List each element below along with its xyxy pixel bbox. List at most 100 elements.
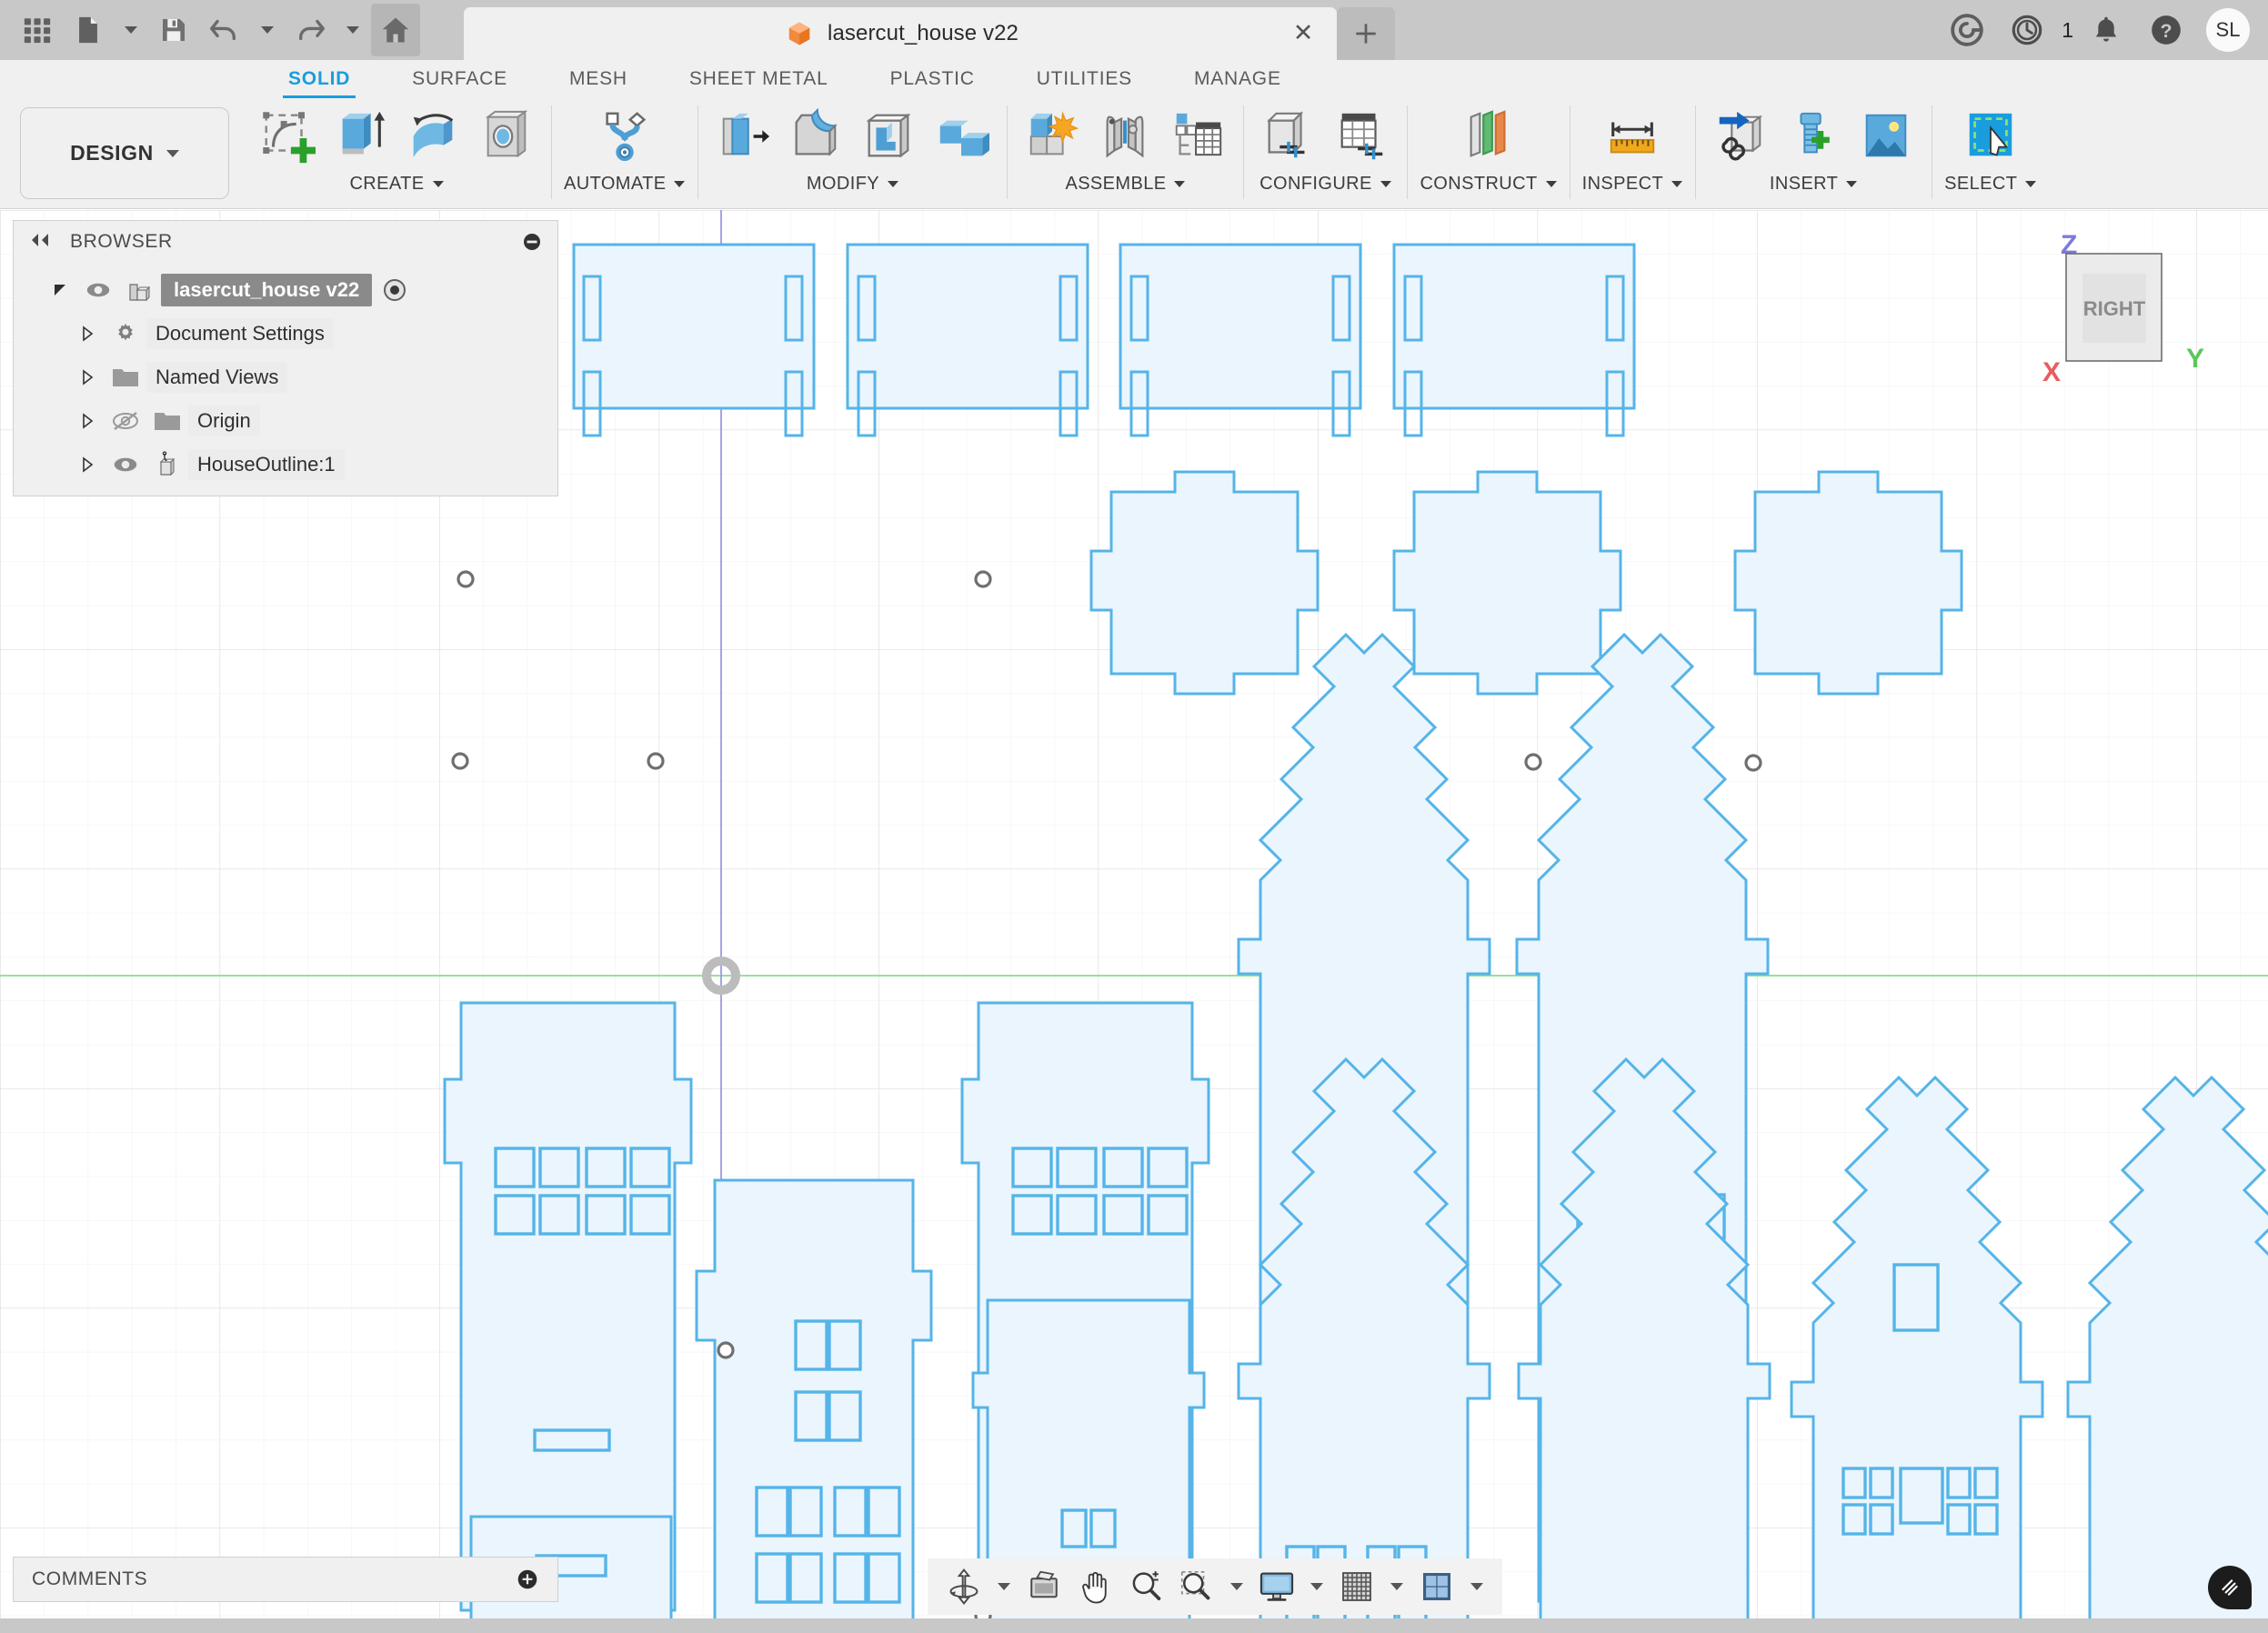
offset-plane-icon[interactable] (1456, 104, 1521, 169)
tree-item-root[interactable]: lasercut_house v22 (14, 268, 557, 312)
tab-mesh[interactable]: MESH (538, 60, 658, 98)
tree-item-origin[interactable]: Origin (14, 399, 557, 443)
sketch-point[interactable] (717, 1341, 735, 1359)
expand-arrow-icon[interactable] (72, 325, 105, 343)
app-grid-icon[interactable] (13, 4, 62, 56)
comments-panel[interactable]: COMMENTS (13, 1557, 558, 1602)
group-label-automate[interactable]: AUTOMATE (564, 174, 686, 195)
roof-panel-2[interactable] (846, 243, 1089, 437)
press-pull-icon[interactable] (710, 104, 776, 169)
viewcube-face-label[interactable]: RIGHT (2083, 297, 2146, 320)
configure-part-icon[interactable] (1256, 104, 1321, 169)
sketch-point[interactable] (1524, 753, 1542, 771)
visibility-eye-icon[interactable] (105, 455, 146, 475)
new-tab-button[interactable] (1337, 7, 1395, 60)
grid-snaps-dropdown-icon[interactable] (1384, 1563, 1410, 1610)
zoom-icon[interactable] (1122, 1563, 1169, 1610)
redo-icon[interactable] (286, 4, 335, 56)
zoom-window-icon[interactable] (1173, 1563, 1220, 1610)
view-cube[interactable]: Z X Y RIGHT (2041, 226, 2241, 399)
group-label-select[interactable]: SELECT (1944, 174, 2037, 195)
grid-snaps-icon[interactable] (1333, 1563, 1380, 1610)
fillet-icon[interactable] (783, 104, 848, 169)
new-component-icon[interactable] (1019, 104, 1085, 169)
visibility-eye-off-icon[interactable] (105, 410, 146, 432)
home-icon[interactable] (371, 4, 420, 56)
visibility-eye-icon[interactable] (77, 280, 119, 300)
tree-item-house-outline[interactable]: HouseOutline:1 (14, 443, 557, 486)
roof-panel-1[interactable] (572, 243, 816, 437)
save-icon[interactable] (149, 4, 198, 56)
group-label-configure[interactable]: CONFIGURE (1259, 174, 1391, 195)
zoom-window-dropdown-icon[interactable] (1224, 1563, 1249, 1610)
expand-arrow-icon[interactable] (72, 368, 105, 386)
orbit-icon[interactable] (940, 1563, 988, 1610)
extrude-icon[interactable] (327, 104, 393, 169)
joint-icon[interactable] (1092, 104, 1158, 169)
configure-table-icon[interactable] (1329, 104, 1394, 169)
job-status-icon[interactable] (2000, 3, 2054, 57)
tab-utilities[interactable]: UTILITIES (1006, 60, 1163, 98)
insert-canvas-icon[interactable] (1853, 104, 1919, 169)
roof-panel-3[interactable] (1119, 243, 1362, 437)
document-tab[interactable]: lasercut_house v22 ✕ (464, 7, 1337, 60)
group-label-inspect[interactable]: INSPECT (1582, 174, 1683, 195)
close-icon[interactable]: ✕ (1290, 20, 1317, 47)
workspace-switcher[interactable]: DESIGN (20, 107, 229, 199)
group-label-create[interactable]: CREATE (349, 174, 444, 195)
viewports-dropdown-icon[interactable] (1464, 1563, 1490, 1610)
tree-item-document-settings[interactable]: Document Settings (14, 312, 557, 356)
floor-plate-3[interactable] (1733, 470, 1963, 696)
tab-solid[interactable]: SOLID (257, 60, 381, 101)
expand-arrow-icon[interactable] (72, 412, 105, 430)
tab-surface[interactable]: SURFACE (381, 60, 538, 98)
tree-item-named-views[interactable]: Named Views (14, 356, 557, 399)
file-dropdown-icon[interactable] (115, 4, 147, 56)
roof-panel-4[interactable] (1392, 243, 1636, 437)
tab-sheet-metal[interactable]: SHEET METAL (658, 60, 859, 98)
hole-icon[interactable] (473, 104, 538, 169)
facade-flat-3[interactable] (695, 1178, 933, 1633)
insert-mcmaster-icon[interactable] (1781, 104, 1846, 169)
undo-icon[interactable] (200, 4, 249, 56)
floor-plate-1[interactable] (1089, 470, 1320, 696)
select-window-icon[interactable] (1958, 104, 2023, 169)
help-icon[interactable]: ? (2139, 3, 2193, 57)
pan-icon[interactable] (1071, 1563, 1119, 1610)
collapse-panel-icon[interactable] (28, 232, 52, 253)
group-label-insert[interactable]: INSERT (1770, 174, 1858, 195)
automated-modeling-icon[interactable] (592, 104, 657, 169)
revolve-icon[interactable] (400, 104, 466, 169)
sketch-point[interactable] (647, 752, 665, 770)
avatar[interactable]: SL (2206, 8, 2250, 52)
new-sketch-icon[interactable] (255, 104, 320, 169)
shell-icon[interactable] (856, 104, 921, 169)
bom-icon[interactable] (1165, 104, 1230, 169)
display-settings-icon[interactable] (1253, 1563, 1300, 1610)
file-icon[interactable] (64, 4, 113, 56)
orbit-dropdown-icon[interactable] (991, 1563, 1017, 1610)
undo-dropdown-icon[interactable] (251, 4, 284, 56)
group-label-assemble[interactable]: ASSEMBLE (1065, 174, 1186, 195)
group-label-construct[interactable]: CONSTRUCT (1420, 174, 1557, 195)
minimize-icon[interactable] (521, 231, 543, 253)
notifications-icon[interactable] (2079, 3, 2133, 57)
insert-derive-icon[interactable] (1708, 104, 1773, 169)
look-at-icon[interactable] (1020, 1563, 1068, 1610)
redo-dropdown-icon[interactable] (336, 4, 369, 56)
sketch-point[interactable] (451, 752, 469, 770)
sketch-point[interactable] (1744, 754, 1762, 772)
measure-icon[interactable] (1600, 104, 1665, 169)
expand-arrow-icon[interactable] (45, 281, 77, 299)
sketch-point[interactable] (457, 570, 475, 588)
sketch-point[interactable] (974, 570, 992, 588)
extensions-icon[interactable] (1940, 3, 1994, 57)
viewports-icon[interactable] (1413, 1563, 1460, 1610)
display-settings-dropdown-icon[interactable] (1304, 1563, 1330, 1610)
add-comment-icon[interactable] (516, 1568, 539, 1591)
combine-icon[interactable] (928, 104, 994, 169)
tab-plastic[interactable]: PLASTIC (859, 60, 1006, 98)
floor-plate-2[interactable] (1392, 470, 1622, 696)
expand-arrow-icon[interactable] (72, 456, 105, 474)
fusion-logo-badge[interactable] (2208, 1566, 2252, 1609)
